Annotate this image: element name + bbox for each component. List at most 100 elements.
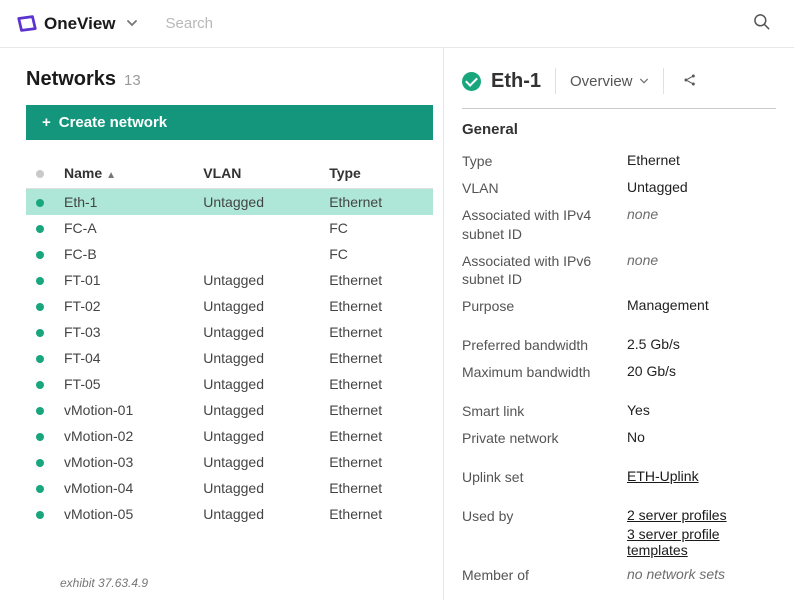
col-vlan[interactable]: VLAN — [193, 158, 319, 189]
app-logo[interactable]: OneView — [16, 13, 116, 35]
type-cell: Ethernet — [319, 475, 433, 501]
type-cell: FC — [319, 215, 433, 241]
type-cell: Ethernet — [319, 397, 433, 423]
prop-ipv6-label: Associated with IPv6 subnet ID — [462, 252, 627, 290]
status-cell — [26, 475, 54, 501]
status-cell — [26, 345, 54, 371]
search-icon[interactable] — [752, 12, 772, 35]
prop-usedby-label: Used by — [462, 507, 627, 558]
type-cell: Ethernet — [319, 449, 433, 475]
type-cell: Ethernet — [319, 293, 433, 319]
name-cell: vMotion-04 — [54, 475, 193, 501]
status-ok-icon — [36, 407, 44, 415]
uplink-link[interactable]: ETH-Uplink — [627, 468, 699, 484]
create-network-button[interactable]: + Create network — [26, 105, 433, 140]
status-ok-icon — [36, 381, 44, 389]
vlan-cell: Untagged — [193, 293, 319, 319]
prop-memberof-label: Member of — [462, 566, 627, 585]
table-row[interactable]: vMotion-04UntaggedEthernet — [26, 475, 433, 501]
prop-vlan-label: VLAN — [462, 179, 627, 198]
used-by-profiles-link[interactable]: 2 server profiles — [627, 507, 776, 523]
status-ok-icon — [36, 459, 44, 467]
app-name: OneView — [44, 14, 116, 34]
chevron-down-icon — [639, 76, 649, 86]
table-row[interactable]: vMotion-02UntaggedEthernet — [26, 423, 433, 449]
status-cell — [26, 371, 54, 397]
table-row[interactable]: FC-BFC — [26, 241, 433, 267]
name-cell: Eth-1 — [54, 189, 193, 216]
name-cell: FT-05 — [54, 371, 193, 397]
vlan-cell: Untagged — [193, 397, 319, 423]
status-cell — [26, 293, 54, 319]
type-cell: Ethernet — [319, 189, 433, 216]
vlan-cell: Untagged — [193, 267, 319, 293]
prop-private-value: No — [627, 429, 776, 448]
status-cell — [26, 449, 54, 475]
status-ok-icon — [36, 329, 44, 337]
col-name[interactable]: Name▲ — [54, 158, 193, 189]
table-row[interactable]: FT-01UntaggedEthernet — [26, 267, 433, 293]
plus-icon: + — [42, 114, 51, 131]
status-ok-icon — [36, 433, 44, 441]
prop-ipv4-value: none — [627, 206, 776, 244]
detail-panel: Eth-1 Overview General TypeEthernet VLAN… — [444, 48, 794, 600]
prop-maxbw-label: Maximum bandwidth — [462, 363, 627, 382]
name-cell: vMotion-02 — [54, 423, 193, 449]
name-cell: vMotion-05 — [54, 501, 193, 527]
page-title: Networks — [26, 68, 116, 91]
prop-vlan-value: Untagged — [627, 179, 776, 198]
prop-uplink-label: Uplink set — [462, 468, 627, 487]
vlan-cell: Untagged — [193, 449, 319, 475]
table-row[interactable]: FT-03UntaggedEthernet — [26, 319, 433, 345]
sort-asc-icon: ▲ — [106, 170, 116, 181]
view-selector[interactable]: Overview — [570, 73, 649, 90]
vlan-cell: Untagged — [193, 475, 319, 501]
prop-private-label: Private network — [462, 429, 627, 448]
name-cell: vMotion-03 — [54, 449, 193, 475]
status-ok-icon — [36, 251, 44, 259]
status-ok-icon — [36, 199, 44, 207]
prop-ipv4-label: Associated with IPv4 subnet ID — [462, 206, 627, 244]
col-status[interactable] — [26, 158, 54, 189]
prop-purpose-value: Management — [627, 297, 776, 316]
vlan-cell — [193, 241, 319, 267]
type-cell: Ethernet — [319, 345, 433, 371]
networks-list-panel: Networks 13 + Create network Name▲ VLAN … — [0, 48, 444, 600]
name-cell: FC-B — [54, 241, 193, 267]
prop-ipv6-value: none — [627, 252, 776, 290]
vlan-cell: Untagged — [193, 319, 319, 345]
prop-purpose-label: Purpose — [462, 297, 627, 316]
table-row[interactable]: vMotion-05UntaggedEthernet — [26, 501, 433, 527]
status-ok-icon — [36, 355, 44, 363]
prop-usedby-value: 2 server profiles 3 server profile templ… — [627, 507, 776, 558]
vlan-cell — [193, 215, 319, 241]
status-cell — [26, 501, 54, 527]
status-ok-icon — [36, 303, 44, 311]
status-cell — [26, 189, 54, 216]
create-network-label: Create network — [59, 114, 167, 131]
used-by-templates-link[interactable]: 3 server profile templates — [627, 526, 776, 558]
section-general: General — [462, 108, 776, 138]
table-row[interactable]: FT-05UntaggedEthernet — [26, 371, 433, 397]
networks-table: Name▲ VLAN Type Eth-1UntaggedEthernetFC-… — [26, 158, 433, 527]
chevron-down-icon[interactable] — [126, 16, 138, 32]
oneview-logo-icon — [16, 13, 38, 35]
status-ok-icon — [36, 277, 44, 285]
table-row[interactable]: FC-AFC — [26, 215, 433, 241]
table-row[interactable]: Eth-1UntaggedEthernet — [26, 189, 433, 216]
table-row[interactable]: vMotion-01UntaggedEthernet — [26, 397, 433, 423]
prop-memberof-value: no network sets — [627, 566, 776, 585]
status-cell — [26, 241, 54, 267]
col-type[interactable]: Type — [319, 158, 433, 189]
table-row[interactable]: FT-02UntaggedEthernet — [26, 293, 433, 319]
status-cell — [26, 267, 54, 293]
type-cell: Ethernet — [319, 371, 433, 397]
table-row[interactable]: FT-04UntaggedEthernet — [26, 345, 433, 371]
prop-uplink-value: ETH-Uplink — [627, 468, 776, 487]
actions-icon[interactable] — [678, 70, 702, 93]
type-cell: Ethernet — [319, 501, 433, 527]
table-row[interactable]: vMotion-03UntaggedEthernet — [26, 449, 433, 475]
name-cell: FT-04 — [54, 345, 193, 371]
search-input[interactable] — [166, 15, 753, 32]
vlan-cell: Untagged — [193, 423, 319, 449]
